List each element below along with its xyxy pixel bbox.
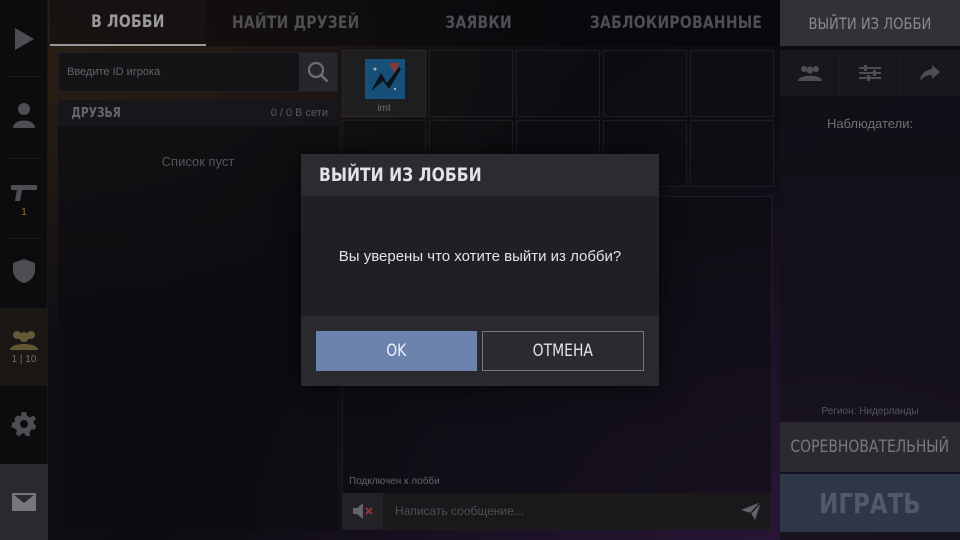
exit-lobby-dialog: ВЫЙТИ ИЗ ЛОББИ Вы уверены что хотите вый… <box>301 154 659 386</box>
dialog-message: Вы уверены что хотите выйти из лобби? <box>338 247 622 265</box>
dialog-footer: OK ОТМЕНА <box>301 316 659 386</box>
dialog-title: ВЫЙТИ ИЗ ЛОББИ <box>301 154 659 196</box>
cancel-button[interactable]: ОТМЕНА <box>482 331 644 371</box>
ok-button[interactable]: OK <box>316 331 477 371</box>
